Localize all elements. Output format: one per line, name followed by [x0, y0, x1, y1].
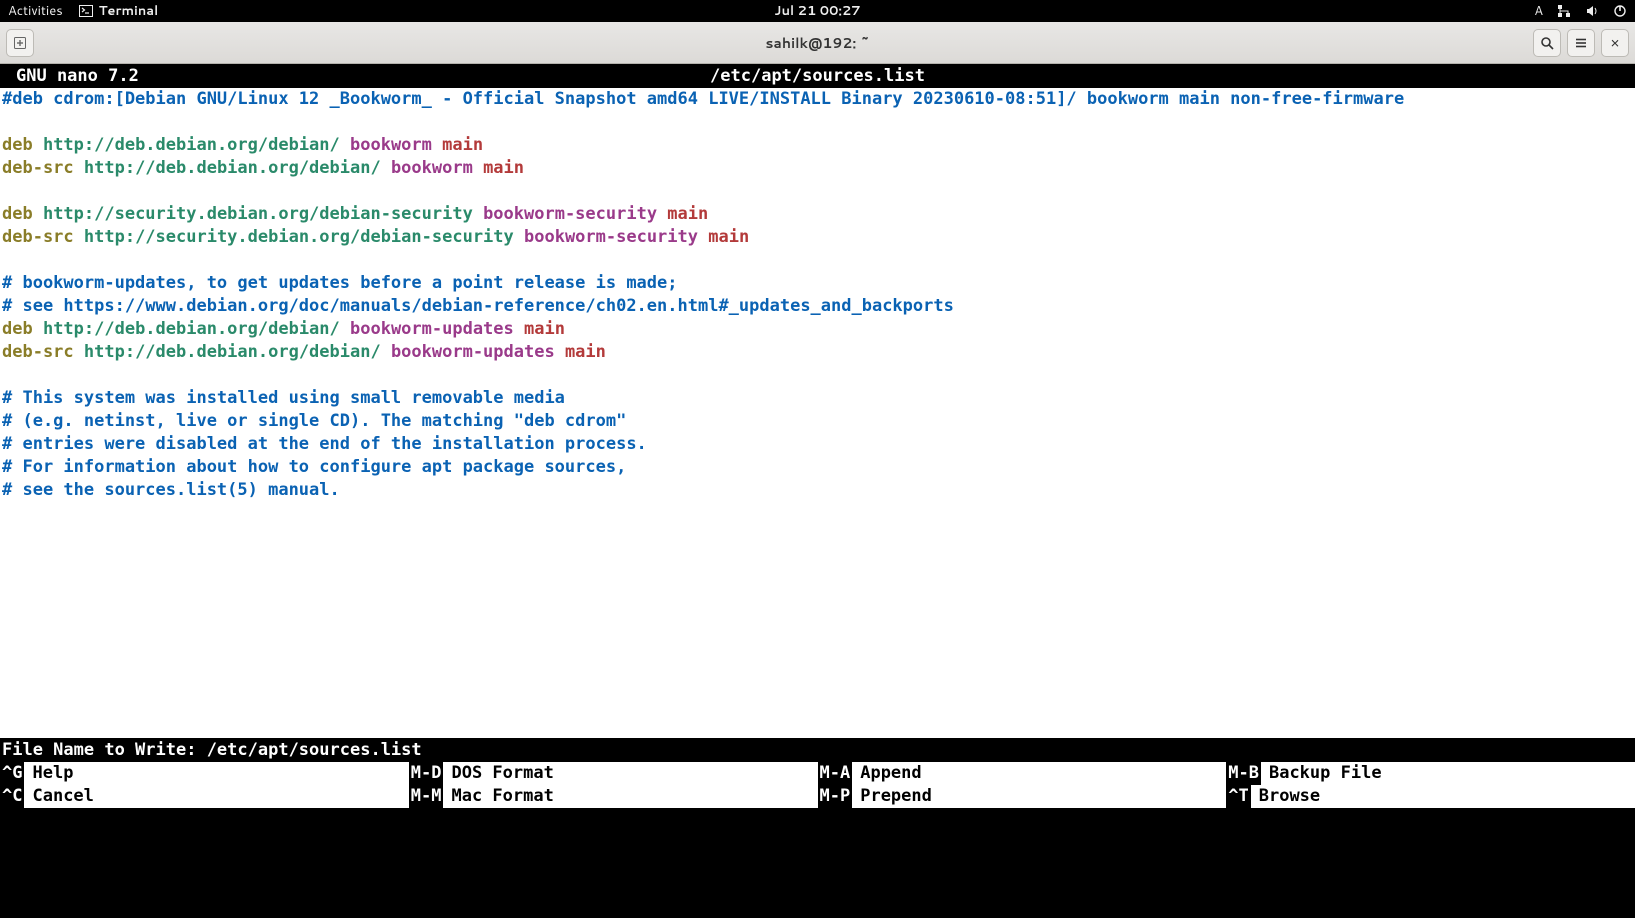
shortcut-label: Prepend — [860, 785, 932, 808]
shortcut-key: M-D — [409, 762, 444, 785]
nano-buffer[interactable]: #deb cdrom:[Debian GNU/Linux 12 _Bookwor… — [0, 88, 1635, 738]
shortcut-label: Help — [32, 762, 73, 785]
shortcut-key: M-M — [409, 785, 444, 808]
input-language-indicator[interactable]: A — [1534, 2, 1543, 20]
shortcut-key: ^G — [0, 762, 24, 785]
editor-line: deb http://deb.debian.org/debian/ bookwo… — [2, 134, 1635, 157]
search-icon — [1540, 36, 1554, 50]
shortcut-item[interactable]: ^T Browse — [1226, 785, 1635, 808]
bottom-filler — [0, 808, 1635, 918]
shortcut-label: DOS Format — [451, 762, 553, 785]
shortcut-key: ^T — [1226, 785, 1250, 808]
app-name-label: Terminal — [99, 2, 159, 20]
editor-line — [2, 111, 1635, 134]
editor-line: # For information about how to configure… — [2, 456, 1635, 479]
shortcut-label: Backup File — [1269, 762, 1382, 785]
shortcut-item[interactable]: M-P Prepend — [818, 785, 1227, 808]
editor-line: #deb cdrom:[Debian GNU/Linux 12 _Bookwor… — [2, 88, 1635, 111]
menu-button[interactable] — [1567, 29, 1595, 57]
editor-line: deb http://deb.debian.org/debian/ bookwo… — [2, 318, 1635, 341]
volume-icon[interactable] — [1585, 4, 1599, 18]
app-menu[interactable]: Terminal — [79, 2, 159, 20]
editor-line: deb http://security.debian.org/debian-se… — [2, 203, 1635, 226]
new-tab-button[interactable] — [6, 29, 34, 57]
editor-line — [2, 249, 1635, 272]
shortcut-item[interactable]: ^G Help — [0, 762, 409, 785]
clock[interactable]: Jul 21 00:27 — [774, 2, 860, 20]
editor-line: # bookworm-updates, to get updates befor… — [2, 272, 1635, 295]
window-titlebar: sahilk@192: ~ × — [0, 22, 1635, 64]
editor-line: # (e.g. netinst, live or single CD). The… — [2, 410, 1635, 433]
editor-line: deb-src http://deb.debian.org/debian/ bo… — [2, 157, 1635, 180]
window-close-button[interactable]: × — [1601, 29, 1629, 57]
network-icon[interactable] — [1557, 4, 1571, 18]
nano-shortcuts: ^G Help M-D DOS Format M-A Append M-B Backup Fi… — [0, 762, 1635, 808]
terminal-icon — [79, 5, 93, 17]
editor-line: # see https://www.debian.org/doc/manuals… — [2, 295, 1635, 318]
close-icon: × — [1610, 32, 1620, 53]
editor-line: # This system was installed using small … — [2, 387, 1635, 410]
editor-line: # see the sources.list(5) manual. — [2, 479, 1635, 502]
shortcut-item[interactable]: M-A Append — [818, 762, 1227, 785]
hamburger-icon — [1574, 36, 1588, 50]
editor-line: deb-src http://security.debian.org/debia… — [2, 226, 1635, 249]
shortcut-key: M-A — [818, 762, 853, 785]
editor-line — [2, 180, 1635, 203]
gnome-top-bar: Activities Terminal Jul 21 00:27 A — [0, 0, 1635, 22]
editor-line: deb-src http://deb.debian.org/debian/ bo… — [2, 341, 1635, 364]
nano-write-prompt[interactable]: File Name to Write: /etc/apt/sources.lis… — [0, 738, 1635, 762]
shortcut-item[interactable]: M-M Mac Format — [409, 785, 818, 808]
shortcut-key: M-B — [1226, 762, 1261, 785]
shortcut-item[interactable]: ^C Cancel — [0, 785, 409, 808]
shortcut-item[interactable]: M-B Backup File — [1226, 762, 1635, 785]
editor-line — [2, 364, 1635, 387]
nano-version: GNU nano 7.2 — [2, 66, 139, 86]
shortcut-key: ^C — [0, 785, 24, 808]
shortcut-label: Browse — [1259, 785, 1320, 808]
nano-editor: GNU nano 7.2 /etc/apt/sources.list #deb … — [0, 64, 1635, 808]
shortcut-label: Mac Format — [451, 785, 553, 808]
activities-button[interactable]: Activities — [8, 2, 63, 20]
editor-line: # entries were disabled at the end of th… — [2, 433, 1635, 456]
shortcut-key: M-P — [818, 785, 853, 808]
shortcut-item[interactable]: M-D DOS Format — [409, 762, 818, 785]
nano-filename: /etc/apt/sources.list — [710, 66, 925, 86]
power-icon[interactable] — [1613, 4, 1627, 18]
shortcut-label: Append — [860, 762, 921, 785]
search-button[interactable] — [1533, 29, 1561, 57]
shortcut-label: Cancel — [32, 785, 93, 808]
window-title: sahilk@192: ~ — [765, 33, 869, 53]
